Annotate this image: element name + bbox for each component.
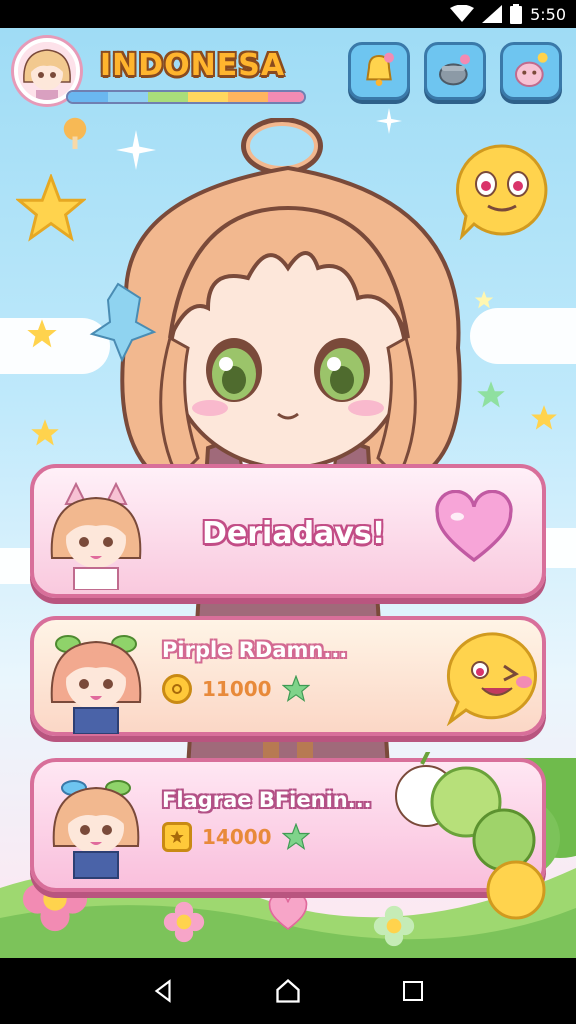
card-portrait-icon: [52, 780, 140, 879]
reward-value: 14000: [202, 825, 272, 849]
pot-icon: [439, 54, 470, 86]
card-title: Deriadavs!: [202, 516, 386, 551]
xp-segment: [68, 92, 108, 102]
card-title: Pirple RDamn...: [162, 638, 348, 662]
star-icon: [281, 823, 310, 851]
emoji-bubble-icon[interactable]: [442, 630, 546, 726]
star-icon: [16, 174, 86, 242]
star-icon: [27, 319, 57, 348]
status-time: 5:50: [530, 4, 566, 24]
pet-button[interactable]: [500, 42, 562, 100]
pot-button[interactable]: [424, 42, 486, 100]
quest-card[interactable]: Deriadavs!: [30, 464, 546, 598]
xp-segment: [108, 92, 148, 102]
back-button[interactable]: [143, 971, 183, 1011]
heart-icon[interactable]: [434, 490, 514, 570]
pet-icon: [515, 52, 548, 88]
flower-icon: [163, 901, 205, 943]
star-icon: [281, 675, 310, 703]
battery-icon: [510, 4, 523, 24]
xp-segment: [148, 92, 188, 102]
card-portrait-icon: [50, 481, 142, 590]
page-title: INDONESA: [100, 48, 286, 83]
emoji-bubble-icon[interactable]: [452, 140, 552, 240]
heart-icon: [268, 894, 308, 931]
home-button[interactable]: [268, 971, 308, 1011]
game-screen: INDONESA Deriadavs! Pirple RDamn... 1100…: [0, 28, 576, 958]
coin-icon: [162, 822, 192, 852]
caterpillar-icon: [395, 752, 546, 920]
card-portrait-icon: [50, 635, 142, 734]
navigation-bar: [0, 958, 576, 1024]
xp-segment: [188, 92, 228, 102]
status-icons: 5:50: [450, 4, 566, 24]
reward-value: 11000: [202, 677, 272, 701]
recents-button[interactable]: [393, 971, 433, 1011]
wifi-icon: [450, 5, 475, 22]
xp-segment: [268, 92, 304, 102]
xp-bar: [66, 90, 306, 104]
star-icon: [31, 419, 59, 446]
back-icon: [154, 979, 171, 1003]
card-title: Flagrae BFienin...: [162, 788, 372, 812]
status-bar: 5:50: [0, 0, 576, 28]
bell-icon: [366, 52, 394, 86]
recents-icon: [403, 981, 424, 1001]
quest-card[interactable]: Pirple RDamn... 11000: [30, 616, 546, 736]
bell-button[interactable]: [348, 42, 410, 100]
home-icon: [276, 978, 300, 1003]
signal-icon: [482, 5, 503, 23]
reward-row: 14000: [162, 822, 310, 852]
drumstick-icon: [63, 117, 87, 149]
coin-icon: [162, 674, 192, 704]
star-icon: [531, 405, 557, 430]
reward-row: 11000: [162, 674, 310, 704]
quest-card[interactable]: Flagrae BFienin... 14000: [30, 752, 546, 920]
xp-segment: [228, 92, 268, 102]
